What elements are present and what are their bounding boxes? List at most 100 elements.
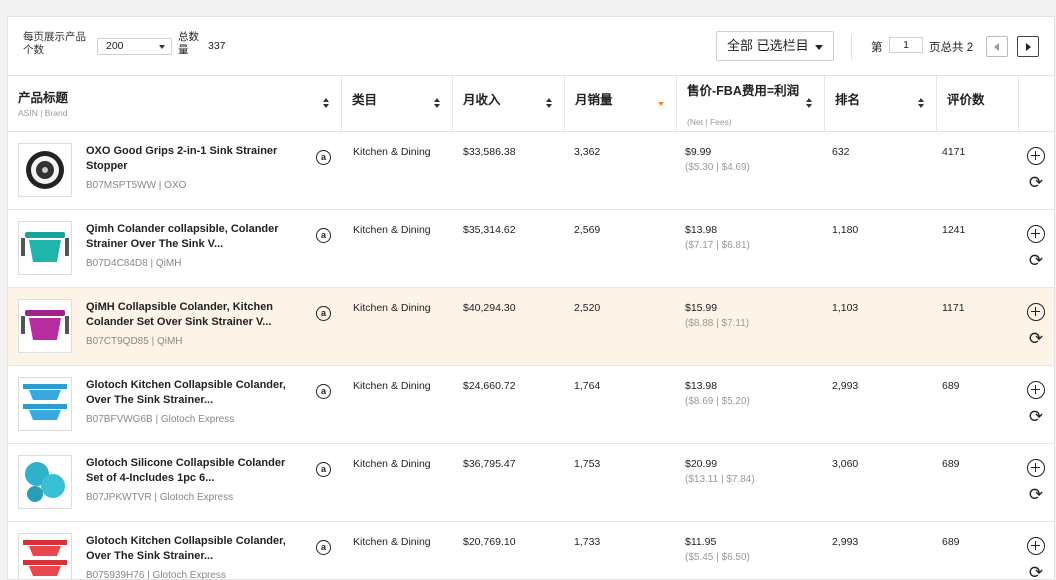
add-product-icon[interactable] [1027, 381, 1045, 399]
per-page-value: 200 [106, 40, 124, 52]
revenue-cell: $40,294.30 [463, 302, 516, 314]
asin-brand: B07MSPT5WW | OXO [86, 180, 187, 191]
product-title[interactable]: OXO Good Grips 2-in-1 Sink Strainer Stop… [86, 144, 302, 174]
category-cell: Kitchen & Dining [353, 536, 431, 548]
sort-icon[interactable] [806, 98, 814, 110]
table-row[interactable]: QiMH Collapsible Colander, Kitchen Colan… [8, 288, 1054, 366]
product-title[interactable]: Glotoch Silicone Collapsible Colander Se… [86, 456, 302, 486]
add-product-icon[interactable] [1027, 303, 1045, 321]
amazon-icon[interactable]: a [316, 462, 331, 477]
amazon-icon[interactable]: a [316, 228, 331, 243]
table-header: 产品标题 ASIN | Brand 类目 月收入 月销量 售价-FBA费用=利润… [8, 75, 1054, 132]
table-row[interactable]: Glotoch Kitchen Collapsible Colander, Ov… [8, 522, 1054, 580]
header-sublabel: (Net | Fees) [687, 117, 732, 127]
net-fees-cell: ($8.88 | $7.11) [685, 318, 750, 329]
product-thumbnail[interactable] [18, 533, 72, 579]
rank-cell: 632 [832, 146, 850, 158]
product-thumbnail[interactable] [18, 299, 72, 353]
table-row[interactable]: Glotoch Silicone Collapsible Colander Se… [8, 444, 1054, 522]
sales-cell: 2,569 [574, 224, 601, 236]
sort-icon[interactable] [434, 98, 442, 110]
header-category[interactable]: 类目 [342, 76, 453, 132]
header-label: 月销量 [575, 93, 613, 107]
add-product-icon[interactable] [1027, 147, 1045, 165]
product-title[interactable]: Glotoch Kitchen Collapsible Colander, Ov… [86, 534, 302, 564]
product-title[interactable]: Glotoch Kitchen Collapsible Colander, Ov… [86, 378, 302, 408]
per-page-label: 每页展示产品个数 [23, 31, 86, 56]
rank-cell: 3,060 [832, 458, 859, 470]
arrow-right-icon [1026, 43, 1031, 51]
refresh-icon[interactable]: ⟳ [1027, 486, 1045, 504]
sales-cell: 3,362 [574, 146, 601, 158]
column-selector-label: 全部 已选栏目 [727, 38, 809, 53]
header-monthly-sales[interactable]: 月销量 [565, 76, 677, 132]
reviews-cell: 1241 [942, 224, 966, 236]
amazon-icon[interactable]: a [316, 150, 331, 165]
per-page-select[interactable]: 200 [97, 38, 172, 55]
product-title[interactable]: Qimh Colander collapsible, Colander Stra… [86, 222, 302, 252]
amazon-icon[interactable]: a [316, 540, 331, 555]
arrow-left-icon [994, 43, 999, 51]
rank-cell: 2,993 [832, 536, 859, 548]
divider [851, 35, 852, 59]
product-thumbnail[interactable] [18, 377, 72, 431]
table-row[interactable]: Qimh Colander collapsible, Colander Stra… [8, 210, 1054, 288]
header-monthly-revenue[interactable]: 月收入 [453, 76, 565, 132]
asin-brand: B07CT9QD85 | QiMH [86, 336, 183, 347]
category-cell: Kitchen & Dining [353, 224, 431, 236]
refresh-icon[interactable]: ⟳ [1027, 330, 1045, 348]
reviews-cell: 1171 [942, 302, 965, 314]
category-cell: Kitchen & Dining [353, 458, 431, 470]
header-label: 售价-FBA费用=利润 [687, 84, 800, 98]
reviews-cell: 689 [942, 380, 960, 392]
sort-desc-icon[interactable] [658, 98, 666, 110]
next-page-button[interactable] [1017, 36, 1039, 57]
chevron-down-icon [159, 45, 165, 49]
rank-cell: 1,103 [832, 302, 859, 314]
column-selector-dropdown[interactable]: 全部 已选栏目 [716, 31, 834, 61]
product-thumbnail[interactable] [18, 221, 72, 275]
page-prefix-label: 第 [871, 42, 883, 54]
sort-icon[interactable] [323, 98, 331, 110]
add-product-icon[interactable] [1027, 537, 1045, 555]
add-product-icon[interactable] [1027, 225, 1045, 243]
sort-icon[interactable] [546, 98, 554, 110]
table-row[interactable]: Glotoch Kitchen Collapsible Colander, Ov… [8, 366, 1054, 444]
add-product-icon[interactable] [1027, 459, 1045, 477]
product-title[interactable]: QiMH Collapsible Colander, Kitchen Colan… [86, 300, 302, 330]
product-thumbnail[interactable] [18, 143, 72, 197]
net-fees-cell: ($5.45 | $6.50) [685, 552, 750, 563]
refresh-icon[interactable]: ⟳ [1027, 564, 1045, 580]
sales-cell: 1,733 [574, 536, 601, 548]
amazon-icon[interactable]: a [316, 384, 331, 399]
header-label: 产品标题 [18, 91, 69, 105]
sort-icon[interactable] [918, 98, 926, 110]
asin-brand: B07BFVWG6B | Glotoch Express [86, 414, 235, 425]
rank-cell: 2,993 [832, 380, 859, 392]
header-label: 类目 [352, 93, 378, 107]
header-profit[interactable]: 售价-FBA费用=利润 (Net | Fees) [677, 76, 825, 132]
page-number-input[interactable]: 1 [889, 37, 923, 53]
refresh-icon[interactable]: ⟳ [1027, 408, 1045, 426]
price-cell: $15.99 [685, 302, 718, 314]
product-thumbnail[interactable] [18, 455, 72, 509]
refresh-icon[interactable]: ⟳ [1027, 252, 1045, 270]
reviews-cell: 689 [942, 458, 960, 470]
net-fees-cell: ($5.30 | $4.69) [685, 162, 750, 173]
asin-brand: B075939H76 | Glotoch Express [86, 570, 226, 580]
revenue-cell: $35,314.62 [463, 224, 516, 236]
refresh-icon[interactable]: ⟳ [1027, 174, 1045, 192]
revenue-cell: $24,660.72 [463, 380, 516, 392]
rank-cell: 1,180 [832, 224, 859, 236]
table-row[interactable]: OXO Good Grips 2-in-1 Sink Strainer Stop… [8, 132, 1054, 210]
amazon-icon[interactable]: a [316, 306, 331, 321]
prev-page-button[interactable] [986, 36, 1008, 57]
header-label: 评价数 [947, 93, 985, 107]
category-cell: Kitchen & Dining [353, 380, 431, 392]
header-product-title[interactable]: 产品标题 ASIN | Brand [8, 76, 342, 132]
toolbar: 每页展示产品个数 200 总数量 337 全部 已选栏目 第 1 页总共 2 [8, 17, 1054, 75]
header-rank[interactable]: 排名 [825, 76, 937, 132]
revenue-cell: $36,795.47 [463, 458, 516, 470]
price-cell: $13.98 [685, 224, 718, 236]
header-reviews[interactable]: 评价数 [937, 76, 1019, 132]
